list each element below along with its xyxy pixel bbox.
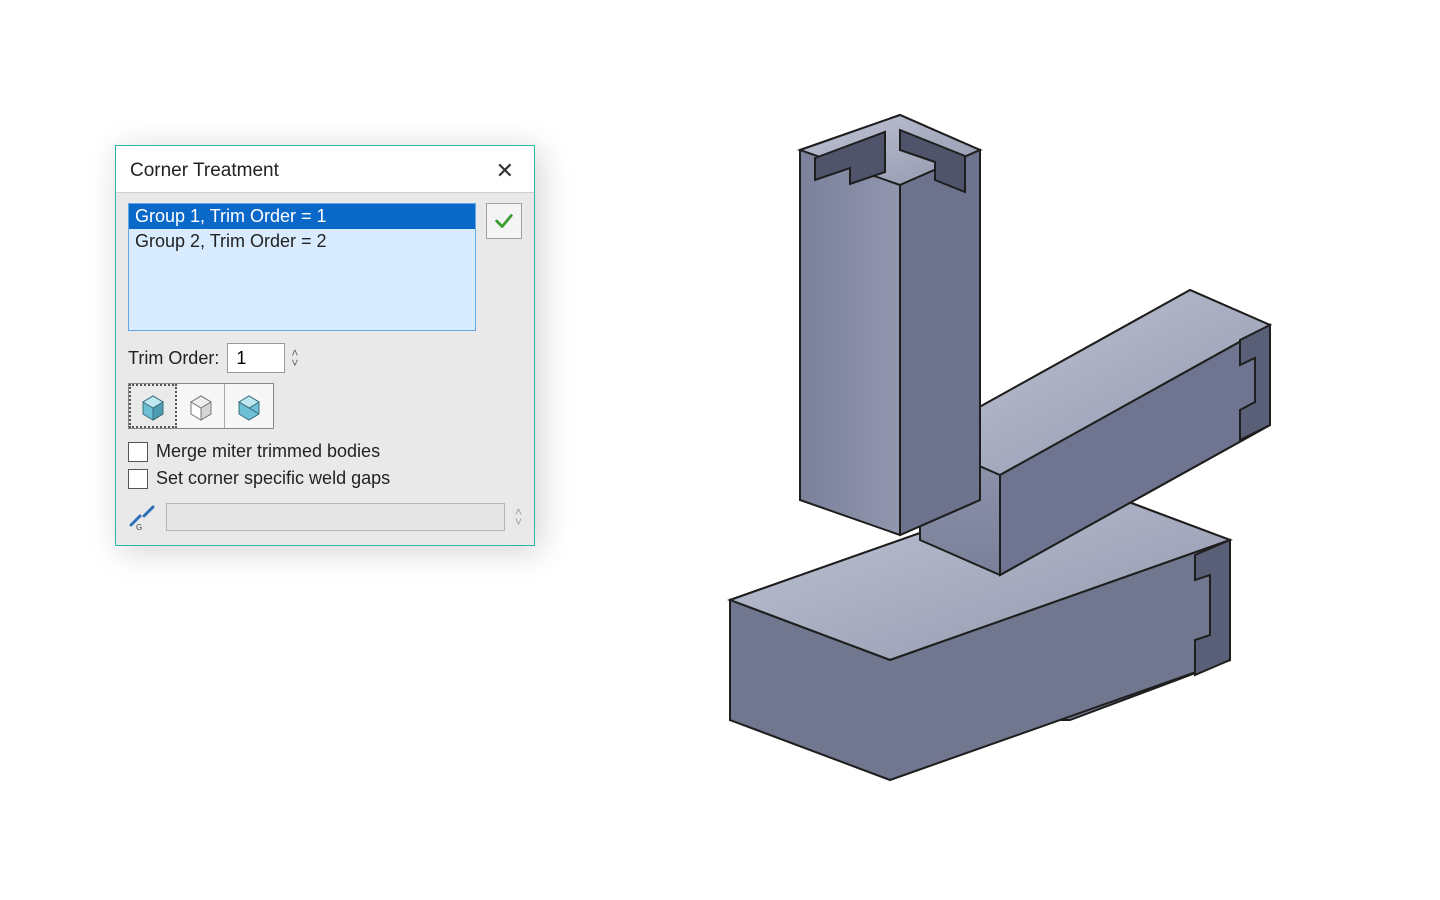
corner-mode-miter-button[interactable] (225, 384, 273, 428)
merge-miter-label: Merge miter trimmed bodies (156, 441, 380, 462)
cube-miter-icon (233, 390, 265, 422)
group-list[interactable]: Group 1, Trim Order = 1 Group 2, Trim Or… (128, 203, 476, 331)
member-vertical (800, 115, 980, 535)
close-icon[interactable]: ✕ (490, 156, 520, 186)
model-viewport[interactable] (620, 50, 1320, 830)
corner-mode-butt2-button[interactable] (177, 384, 225, 428)
cube-butt2-icon (185, 390, 217, 422)
spinner-down-icon[interactable]: ˅ (291, 359, 298, 367)
weld-gap-checkbox[interactable] (128, 469, 148, 489)
group-list-item-2[interactable]: Group 2, Trim Order = 2 (129, 229, 475, 254)
dialog-title: Corner Treatment (130, 160, 279, 182)
weld-gap-row: Set corner specific weld gaps (128, 468, 522, 489)
weld-gap-input-row: G ˄ ˅ (128, 503, 522, 531)
svg-text:G: G (136, 523, 142, 531)
corner-mode-toolbar (128, 383, 274, 429)
corner-treatment-dialog: Corner Treatment ✕ Group 1, Trim Order =… (115, 145, 535, 546)
weld-gap-label: Set corner specific weld gaps (156, 468, 390, 489)
cube-butt1-icon (137, 390, 169, 422)
trim-order-input[interactable] (227, 343, 285, 373)
dialog-body: Group 1, Trim Order = 1 Group 2, Trim Or… (116, 192, 534, 545)
group-list-row: Group 1, Trim Order = 1 Group 2, Trim Or… (128, 203, 522, 331)
group-list-item-2-label: Group 2, Trim Order = 2 (135, 231, 327, 251)
merge-miter-checkbox[interactable] (128, 442, 148, 462)
weld-gap-icon: G (128, 503, 156, 531)
checkmark-icon (493, 210, 515, 232)
gap-spinner-down-icon: ˅ (515, 518, 522, 526)
corner-mode-butt1-button[interactable] (129, 384, 177, 428)
trim-order-spinner[interactable]: ˄ ˅ (291, 349, 298, 367)
merge-miter-row: Merge miter trimmed bodies (128, 441, 522, 462)
weld-gap-input (166, 503, 505, 531)
group-list-item-1[interactable]: Group 1, Trim Order = 1 (129, 204, 475, 229)
trim-order-row: Trim Order: ˄ ˅ (128, 343, 522, 373)
trim-order-label: Trim Order: (128, 348, 219, 369)
weld-gap-spinner: ˄ ˅ (515, 508, 522, 526)
trim-order-control: ˄ ˅ (227, 343, 298, 373)
confirm-button[interactable] (486, 203, 522, 239)
dialog-header: Corner Treatment ✕ (116, 146, 534, 192)
corner-joint-render (650, 80, 1290, 800)
